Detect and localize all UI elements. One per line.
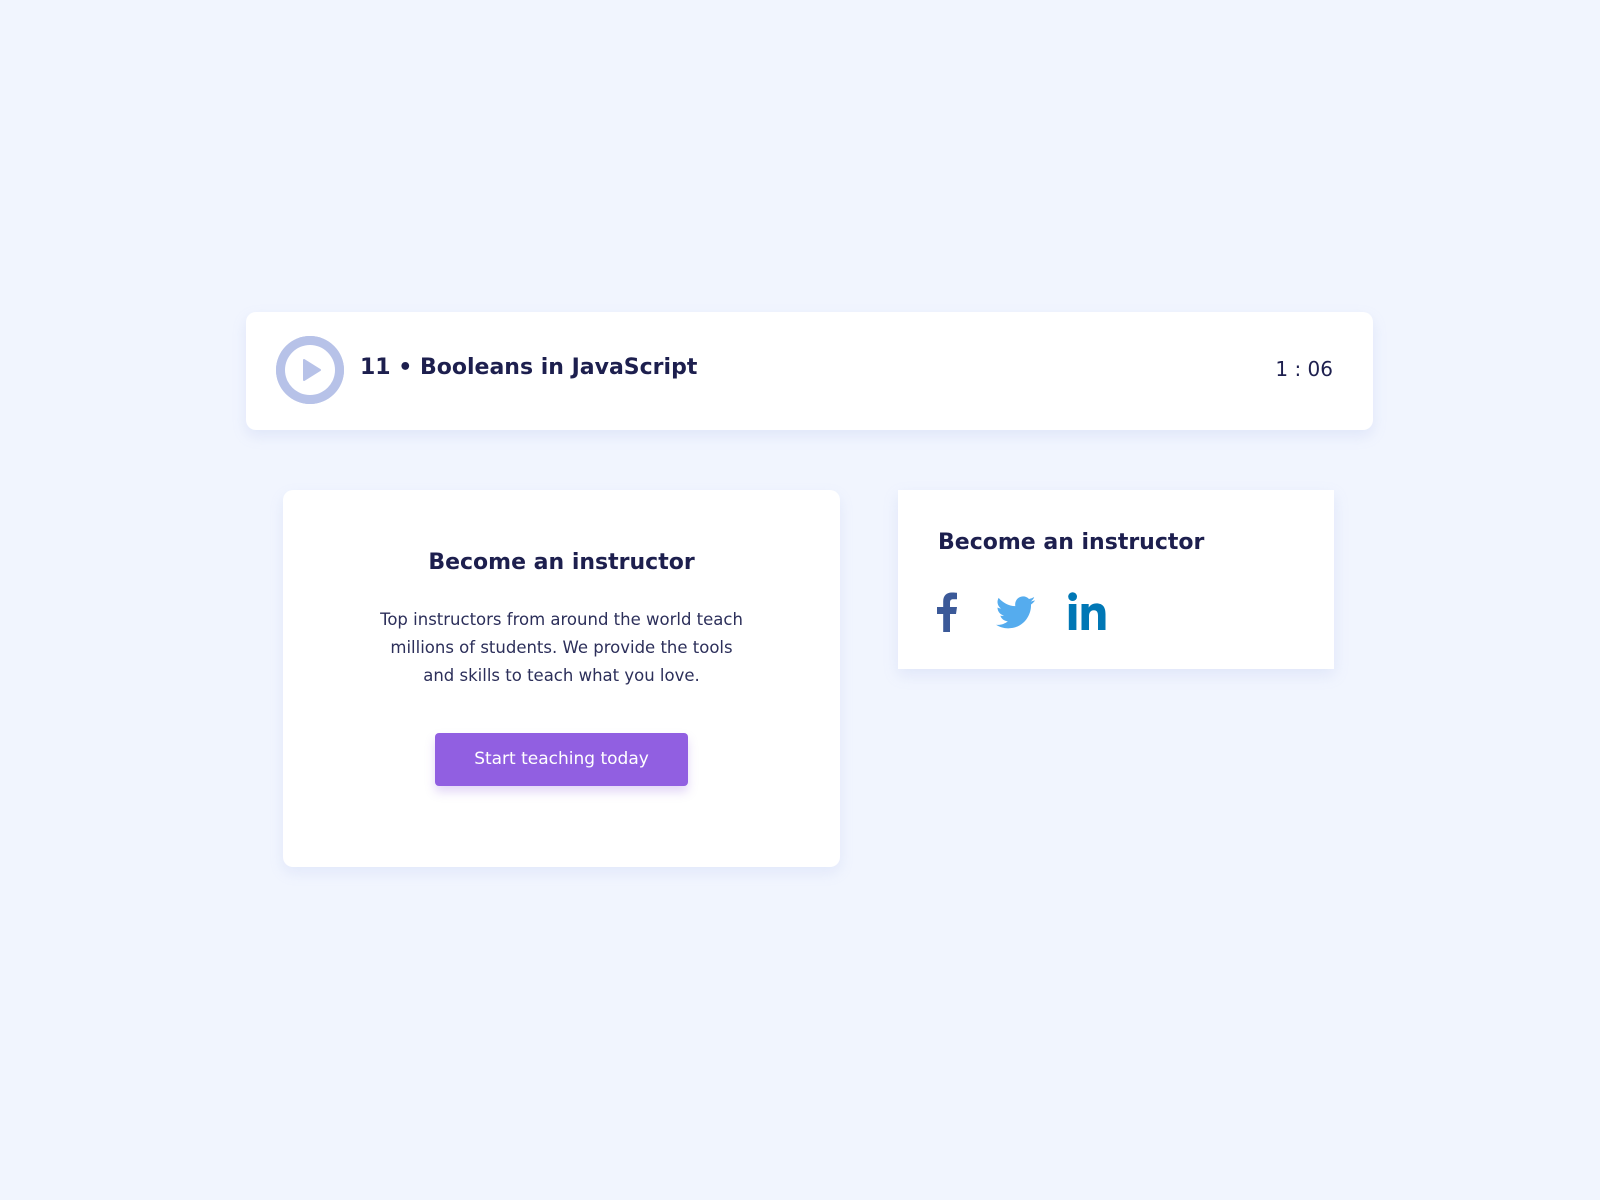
instructor-cta-card: Become an instructor Top instructors fro… <box>283 490 840 867</box>
start-teaching-button[interactable]: Start teaching today <box>435 733 688 786</box>
social-card: Become an instructor <box>898 490 1334 669</box>
cta-description: Top instructors from around the world te… <box>380 610 743 685</box>
social-card-title: Become an instructor <box>938 530 1205 555</box>
lesson-title: 11 • Booleans in JavaScript <box>360 355 698 380</box>
lesson-duration: 1 : 06 <box>1275 357 1333 381</box>
play-icon[interactable] <box>276 336 344 404</box>
cta-title: Become an instructor <box>428 550 695 575</box>
twitter-icon[interactable] <box>996 596 1036 630</box>
lesson-row[interactable]: 11 • Booleans in JavaScript 1 : 06 <box>246 312 1373 430</box>
facebook-icon[interactable] <box>936 592 958 632</box>
linkedin-icon[interactable] <box>1068 592 1106 630</box>
